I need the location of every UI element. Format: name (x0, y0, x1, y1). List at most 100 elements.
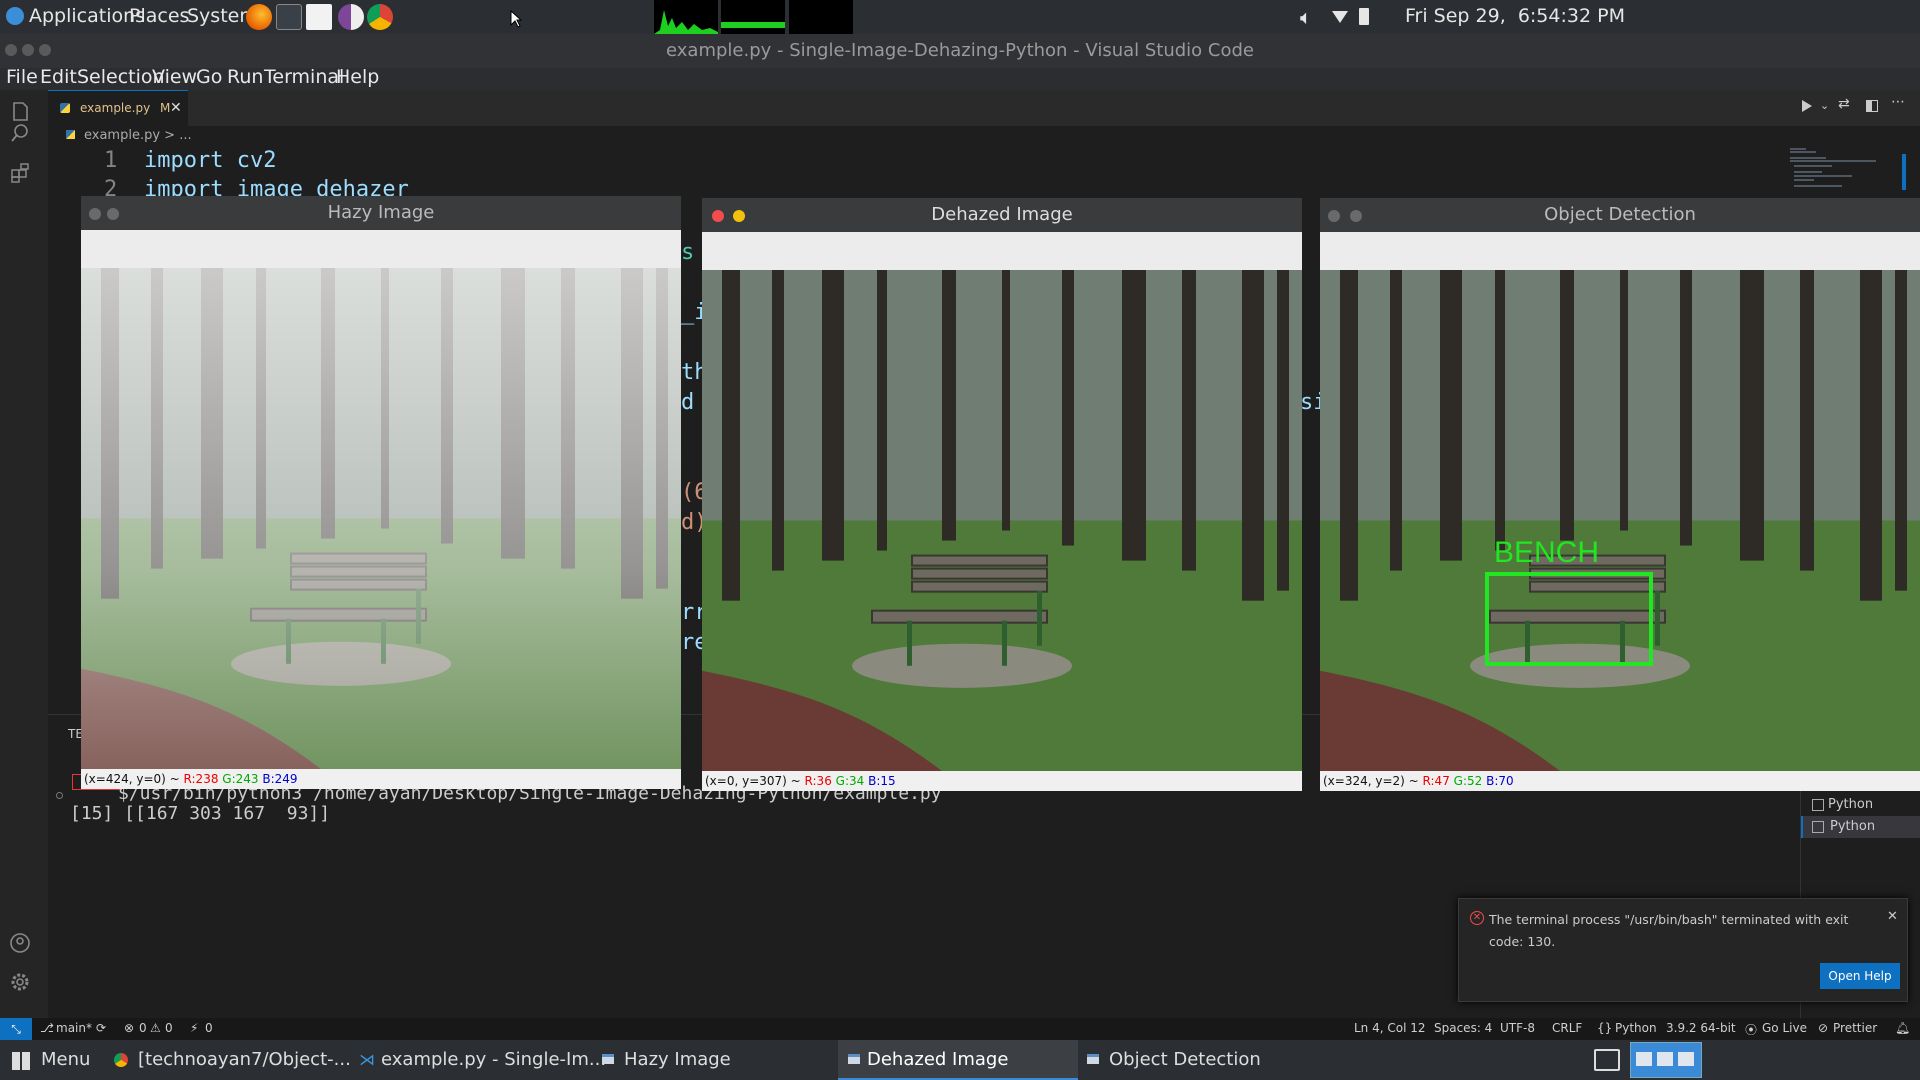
clock[interactable]: Fri Sep 29, 6:54:32 PM (1405, 5, 1625, 27)
menu-terminal[interactable]: Terminal (264, 66, 344, 88)
menu-run[interactable]: Run (227, 66, 263, 88)
chrome-icon[interactable] (367, 4, 393, 30)
chrome-icon (114, 1053, 128, 1067)
volume-icon[interactable]: 🔈︎ (1300, 5, 1312, 29)
language-icon: {} (1597, 1021, 1613, 1035)
cpu-graph (654, 0, 718, 34)
run-python-icon[interactable] (1802, 100, 1812, 112)
notifications-bell-icon[interactable]: 🔔︎ (1895, 1021, 1910, 1035)
minimize-window-button[interactable] (733, 210, 745, 222)
menu-go[interactable]: Go (196, 66, 222, 88)
window-icon (602, 1054, 614, 1064)
pixel-red: R:47 (1422, 774, 1450, 788)
maximize-window-button[interactable] (39, 44, 51, 56)
breadcrumb[interactable]: example.py > ... (84, 128, 192, 143)
distro-logo-icon[interactable] (6, 7, 24, 25)
window-title-hazy: Hazy Image (81, 196, 681, 230)
open-changes-icon[interactable]: ⇄ (1838, 96, 1850, 112)
terminal-list-item[interactable]: Python (1801, 794, 1920, 816)
tab-example-py[interactable]: example.py M ✕ (48, 90, 188, 126)
hazy-image[interactable] (81, 268, 681, 769)
minimize-window-button[interactable] (107, 208, 119, 220)
start-menu-button[interactable]: Menu (10, 1040, 95, 1080)
pixel-position: (x=324, y=2) ~ (1323, 774, 1419, 788)
editor-tab-bar: ⌄ ⇄ ⋯ (48, 90, 1920, 126)
error-icon: ✕ (1470, 911, 1484, 925)
remote-indicator[interactable]: ⤡ (0, 1018, 32, 1040)
taskbar-item-chrome[interactable]: [technoayan7/Object-... (112, 1040, 351, 1080)
ports-count[interactable]: 0 (205, 1021, 213, 1035)
wifi-icon[interactable] (1332, 11, 1348, 23)
close-notification-icon[interactable]: ✕ (1887, 909, 1898, 924)
errors-count[interactable]: 0 (139, 1021, 147, 1035)
taskbar: Menu [technoayan7/Object-... ⋊ example.p… (0, 1040, 1920, 1080)
window-icon (848, 1054, 860, 1064)
dehazed-image-window[interactable]: Dehazed Image (x=0, y=307) ~ R:36 G:34 B… (702, 198, 1302, 791)
split-editor-icon[interactable] (1866, 100, 1878, 112)
run-dropdown-icon[interactable]: ⌄ (1820, 99, 1829, 112)
sync-icon[interactable]: ⟳ (96, 1021, 106, 1035)
menu-view[interactable]: View (152, 66, 197, 88)
detection-park-image (1320, 270, 1920, 771)
go-live-button[interactable]: Go Live (1762, 1021, 1807, 1035)
pixel-status-bar: (x=324, y=2) ~ R:47 G:52 B:70 (1320, 771, 1920, 791)
notification-message: The terminal process "/usr/bin/bash" ter… (1489, 912, 1849, 949)
minimize-window-button[interactable] (22, 44, 34, 56)
menu-edit[interactable]: Edit (40, 66, 77, 88)
hazy-image-window[interactable]: Hazy Image (x=424, y=0) ~ R:238 G:243 B:… (81, 196, 681, 789)
window-icon (1087, 1054, 1099, 1064)
terminal-icon[interactable] (276, 4, 302, 30)
python-interpreter[interactable]: 3.9.2 64-bit (1666, 1021, 1736, 1035)
close-window-button[interactable] (89, 208, 101, 220)
close-window-button[interactable] (5, 44, 17, 56)
places-menu[interactable]: Places (129, 5, 189, 27)
workspace-3[interactable] (1678, 1052, 1694, 1066)
taskbar-item-hazy[interactable]: Hazy Image (600, 1040, 830, 1080)
code-line-1[interactable]: import cv2 (144, 148, 276, 173)
tor-browser-icon[interactable] (338, 4, 364, 30)
open-help-button[interactable]: Open Help (1820, 963, 1900, 989)
git-branch[interactable]: main* (56, 1021, 92, 1035)
close-window-button[interactable] (712, 210, 724, 222)
detection-image[interactable]: BENCH (1320, 270, 1920, 771)
screenshot-tool-icon[interactable] (1594, 1049, 1620, 1071)
language-mode[interactable]: Python (1615, 1021, 1657, 1035)
warnings-count[interactable]: 0 (165, 1021, 173, 1035)
ports-icon: ⚡ (190, 1021, 199, 1035)
mouse-cursor-icon (510, 10, 522, 28)
workspace-2[interactable] (1657, 1052, 1673, 1066)
more-actions-icon[interactable]: ⋯ (1891, 94, 1905, 110)
menu-file[interactable]: File (6, 66, 38, 88)
explorer-icon[interactable] (9, 100, 31, 122)
cursor-position[interactable]: Ln 4, Col 12 (1354, 1021, 1426, 1035)
extensions-icon[interactable] (9, 162, 31, 184)
git-branch-icon: ⎇ (40, 1021, 54, 1035)
settings-gear-icon[interactable] (9, 971, 31, 993)
account-icon[interactable] (9, 932, 31, 954)
prettier-check-icon: ⊘ (1818, 1021, 1829, 1035)
menu-help[interactable]: Help (336, 66, 379, 88)
text-editor-icon[interactable] (306, 4, 332, 30)
pixel-position: (x=424, y=0) ~ (84, 772, 180, 786)
workspace-1[interactable] (1636, 1052, 1652, 1066)
dehazed-image[interactable] (702, 270, 1302, 771)
indentation[interactable]: Spaces: 4 (1434, 1021, 1492, 1035)
taskbar-item-vscode[interactable]: ⋊ example.py - Single-Im... (357, 1040, 606, 1080)
encoding[interactable]: UTF-8 (1500, 1021, 1535, 1035)
minimap[interactable] (1786, 146, 1906, 196)
terminal-list-item[interactable]: Python (1801, 816, 1920, 838)
prettier-status[interactable]: Prettier (1833, 1021, 1877, 1035)
battery-icon[interactable] (1359, 8, 1369, 25)
close-tab-icon[interactable]: ✕ (170, 91, 182, 125)
applications-menu[interactable]: Applications (29, 5, 145, 27)
object-detection-window[interactable]: Object Detection BENCH (x=324, y=2) ~ R:… (1320, 198, 1920, 791)
taskbar-item-detection[interactable]: Object Detection (1085, 1040, 1315, 1080)
taskbar-item-dehazed[interactable]: Dehazed Image (838, 1040, 1078, 1080)
firefox-icon[interactable] (246, 4, 272, 30)
breadcrumb-python-icon (66, 130, 75, 139)
hazy-park-image (81, 268, 681, 769)
minimize-window-button[interactable] (1350, 210, 1362, 222)
line-ending[interactable]: CRLF (1552, 1021, 1582, 1035)
close-window-button[interactable] (1328, 210, 1340, 222)
search-icon[interactable] (9, 122, 31, 144)
